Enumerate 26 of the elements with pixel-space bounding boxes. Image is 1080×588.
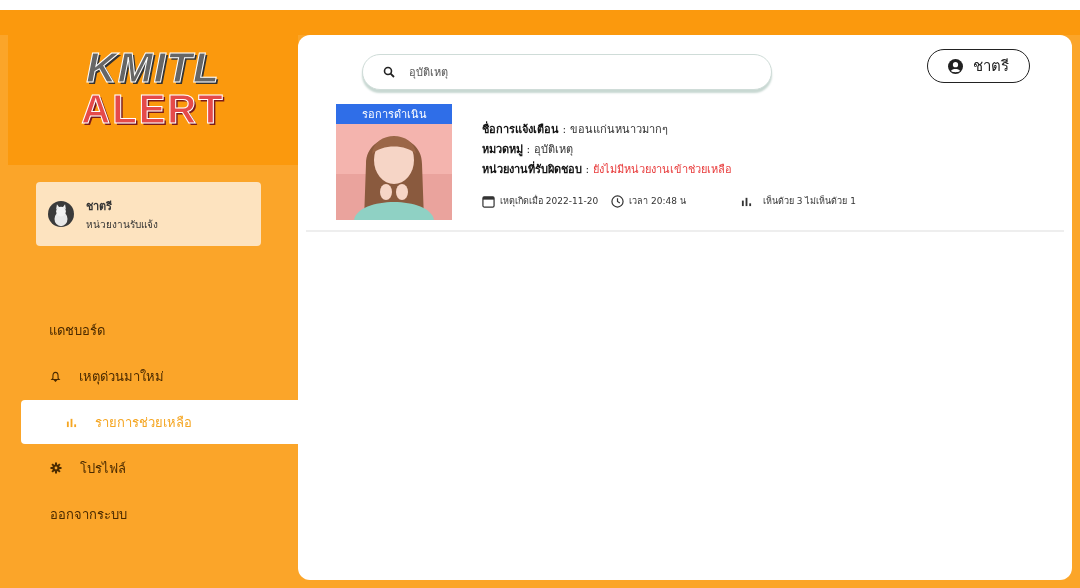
menu-item[interactable]: โปรไฟล์ [8, 446, 298, 490]
report-field: หน่วยงานที่รับผิดชอบ : ยังไม่มีหน่วยงานเข้าช่วยเหลือ [482, 160, 856, 178]
menu-item[interactable]: แดชบอร์ด [8, 308, 298, 352]
menu-item[interactable]: ออกจากระบบ [8, 492, 298, 536]
menu-item[interactable]: เหตุด่วนมาใหม่ [8, 354, 298, 398]
incident-date: เหตุเกิดเมื่อ 2022-11-20 [500, 194, 599, 208]
vote-count: เห็นด้วย 3 ไม่เห็นด้วย 1 [762, 194, 856, 208]
user-role: หน่วยงานรับแจ้ง [86, 217, 158, 232]
incident-time: เวลา 20:48 น [629, 195, 686, 208]
search-field[interactable]: อุบัติเหตุ [362, 54, 772, 90]
user-icon [948, 58, 963, 74]
search-icon [383, 66, 395, 78]
avatar-icon [48, 201, 74, 227]
calendar-icon [482, 194, 495, 208]
bar-chart-icon [740, 195, 752, 207]
user-name: ชาตรี [86, 198, 113, 215]
bell-icon [50, 370, 61, 382]
settings-icon [50, 462, 62, 474]
report-field: หมวดหมู่ : อุบัติเหตุ [482, 140, 856, 158]
account-button[interactable]: ชาตรี [927, 49, 1030, 83]
clock-icon [611, 194, 625, 208]
report-card[interactable]: รอการดำเนิน ชื่อการแจ้งเตือน : ขอนแก่นหนาวมากๆ หมวดหมู่ : อุบัติเหตุ หน่วยงานที่รับผิดชอบ : ยังไม่มีหน่วยงานเข้าช่วยเหลือ เหตุเกิดเมื่อ 2022-11-20 เวลา 20:48 น เห็นด้วย 3 ไม่เห็นด้วย 1 [306, 104, 1064, 232]
report-field: ชื่อการแจ้งเตือน : ขอนแก่นหนาวมากๆ [482, 120, 856, 138]
bar-chart-icon [66, 416, 77, 428]
status-badge: รอการดำเนิน [336, 104, 452, 124]
logo: KMITL ALERT [81, 46, 225, 129]
